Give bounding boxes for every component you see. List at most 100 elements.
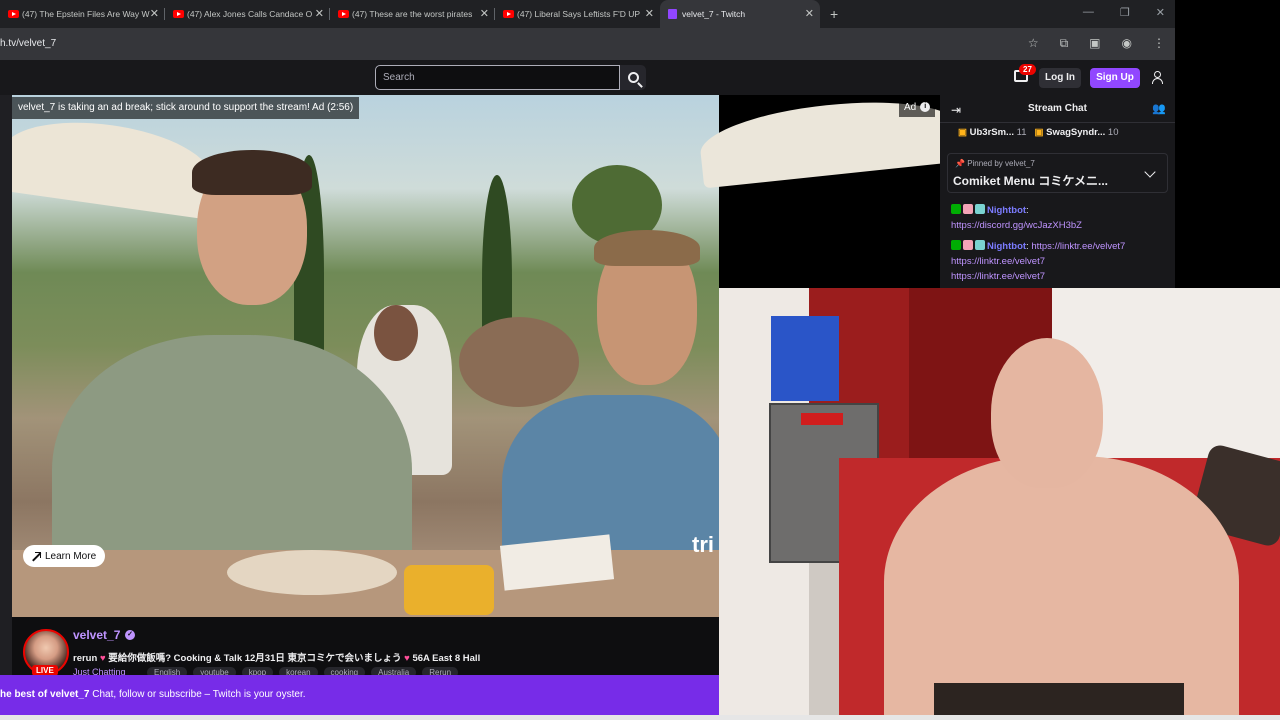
chat-title: Stream Chat bbox=[1028, 103, 1087, 114]
banner-bold-text: he best of velvet_7 bbox=[0, 689, 90, 700]
close-window-icon[interactable]: ✕ bbox=[1156, 6, 1165, 19]
youtube-icon bbox=[338, 10, 349, 18]
gifter-name: Ub3rSm... bbox=[969, 127, 1014, 138]
scene-person-head bbox=[991, 338, 1103, 488]
chat-separator: : bbox=[1026, 205, 1029, 216]
scene-person-hair bbox=[594, 230, 700, 266]
scene-box bbox=[771, 316, 839, 401]
address-bar: h.tv/velvet_7 ☆ ⧉ ▣ ◉ ⋮ bbox=[0, 28, 1175, 60]
verified-bot-badge-icon bbox=[975, 204, 985, 214]
gifter-entry[interactable]: ▣ SwagSyndr... 10 bbox=[1035, 127, 1119, 138]
verified-icon: ✓ bbox=[125, 630, 135, 640]
media-icon[interactable]: ▣ bbox=[1089, 36, 1100, 51]
ad-break-notice: velvet_7 is taking an ad break; stick ar… bbox=[12, 97, 360, 119]
scene-stone bbox=[459, 317, 579, 407]
youtube-icon bbox=[8, 10, 19, 18]
channel-info: LIVE velvet_7 ✓ rerun ♥ 要給你做飯嗎? Cooking … bbox=[12, 617, 719, 678]
chat-username[interactable]: Nightbot bbox=[987, 205, 1026, 216]
twitch-top-nav: Search 27 Log In Sign Up bbox=[0, 60, 1175, 95]
scene-person bbox=[884, 456, 1239, 715]
browser-tab[interactable]: (47) The Epstein Files Are Way W ✕ bbox=[0, 0, 165, 28]
pinned-by-label: Pinned by bbox=[967, 159, 1003, 168]
gifter-entry[interactable]: ▣ Ub3rSm... 11 bbox=[958, 127, 1027, 138]
tab-title: (47) Liberal Says Leftists F'D UP bbox=[517, 9, 641, 19]
stream-title: rerun ♥ 要給你做飯嗎? Cooking & Talk 12月31日 東京… bbox=[73, 650, 480, 664]
left-rail bbox=[0, 95, 12, 675]
bot-badge-icon bbox=[963, 240, 973, 250]
chat-separator: : bbox=[1026, 241, 1029, 252]
minimize-icon[interactable]: — bbox=[1083, 6, 1094, 19]
chat-link[interactable]: https://linktr.ee/velvet7 bbox=[951, 256, 1045, 267]
youtube-icon bbox=[173, 10, 184, 18]
maximize-icon[interactable]: ❐ bbox=[1120, 6, 1130, 19]
scene-plate bbox=[227, 550, 397, 595]
heart-icon: ♥ bbox=[404, 653, 410, 664]
video-player[interactable] bbox=[12, 95, 719, 617]
scene-shadow bbox=[934, 683, 1184, 715]
stream-title-main: 要給你做飯嗎? Cooking & Talk 12月31日 東京コミケで会いまし… bbox=[108, 653, 402, 664]
extensions-icon[interactable]: ⧉ bbox=[1060, 36, 1069, 51]
gifter-count: 11 bbox=[1016, 127, 1027, 138]
tab-title: velvet_7 - Twitch bbox=[682, 9, 746, 19]
close-tab-icon[interactable]: ✕ bbox=[150, 7, 159, 20]
window-controls: — ❐ ✕ bbox=[1083, 6, 1165, 19]
youtube-icon bbox=[503, 10, 514, 18]
community-icon[interactable]: 👥 bbox=[1152, 102, 1166, 115]
browser-tab[interactable]: (47) Alex Jones Calls Candace O ✕ bbox=[165, 0, 330, 28]
channel-name[interactable]: velvet_7 bbox=[73, 628, 120, 642]
scene-person-head bbox=[374, 305, 418, 361]
browser-tab-active[interactable]: velvet_7 - Twitch ✕ bbox=[660, 0, 820, 28]
search-icon bbox=[627, 72, 639, 83]
close-tab-icon[interactable]: ✕ bbox=[645, 7, 654, 20]
gift-leaderboard: ▣ Ub3rSm... 11 ▣ SwagSyndr... 10 bbox=[958, 127, 1118, 138]
browser-tab[interactable]: (47) These are the worst pirates ✕ bbox=[330, 0, 495, 28]
learn-more-button[interactable]: Learn More bbox=[23, 545, 106, 567]
ad-label: Ad bbox=[904, 101, 917, 113]
chevron-down-icon[interactable] bbox=[1144, 166, 1156, 178]
close-tab-icon[interactable]: ✕ bbox=[805, 7, 814, 20]
chat-link[interactable]: https://discord.gg/wcJazXH3bZ bbox=[951, 220, 1082, 231]
star-icon[interactable]: ☆ bbox=[1028, 36, 1039, 51]
chat-link[interactable]: https://linktr.ee/velvet7 bbox=[951, 271, 1045, 282]
chat-header: ⇥ Stream Chat 👥 bbox=[940, 95, 1175, 123]
learn-more-label: Learn More bbox=[45, 550, 97, 562]
close-tab-icon[interactable]: ✕ bbox=[315, 7, 324, 20]
ad-badge[interactable]: Ad i bbox=[899, 97, 936, 117]
pinned-by-user: velvet_7 bbox=[1005, 159, 1035, 168]
pinned-message[interactable]: 📌 Pinned by velvet_7 Comiket Menu コミケメニ.… bbox=[947, 153, 1168, 193]
moderator-badge-icon bbox=[951, 204, 961, 214]
heart-icon: ♥ bbox=[99, 653, 106, 664]
gifter-count: 10 bbox=[1107, 127, 1119, 138]
chat-username[interactable]: Nightbot bbox=[987, 241, 1026, 252]
scene-person-hair bbox=[192, 150, 312, 195]
menu-icon[interactable]: ⋮ bbox=[1153, 36, 1165, 51]
webcam-overlay bbox=[719, 288, 1280, 715]
search-button[interactable] bbox=[620, 65, 646, 90]
pinned-by: 📌 Pinned by velvet_7 bbox=[955, 159, 1035, 168]
signup-banner[interactable]: he best of velvet_7 Chat, follow or subs… bbox=[0, 675, 719, 715]
stream-title-prefix: rerun bbox=[73, 653, 98, 664]
chat-link[interactable]: https://linktr.ee/velvet7 bbox=[1031, 241, 1125, 252]
info-icon[interactable]: i bbox=[920, 102, 931, 112]
tab-title: (47) These are the worst pirates bbox=[352, 9, 473, 19]
login-button[interactable]: Log In bbox=[1039, 68, 1081, 88]
user-menu-icon[interactable] bbox=[1152, 71, 1163, 84]
scene-umbrella bbox=[12, 110, 217, 220]
url-field[interactable]: h.tv/velvet_7 bbox=[0, 38, 56, 49]
twitch-icon bbox=[668, 9, 677, 19]
search-input[interactable]: Search bbox=[375, 65, 620, 90]
scene-glass bbox=[404, 565, 494, 615]
stream-chat: ⇥ Stream Chat 👥 ▣ Ub3rSm... 11 ▣ SwagSyn… bbox=[940, 95, 1175, 290]
scene-sticker bbox=[801, 413, 843, 425]
browser-tab[interactable]: (47) Liberal Says Leftists F'D UP ✕ bbox=[495, 0, 660, 28]
external-link-icon bbox=[31, 551, 41, 561]
banner-text: Chat, follow or subscribe – Twitch is yo… bbox=[92, 689, 306, 700]
bottom-strip bbox=[0, 715, 1280, 720]
profile-icon[interactable]: ◉ bbox=[1122, 36, 1132, 51]
signup-button[interactable]: Sign Up bbox=[1090, 68, 1140, 88]
new-tab-button[interactable]: + bbox=[830, 6, 838, 22]
gift-icon: ▣ bbox=[958, 127, 967, 138]
pinned-text: Comiket Menu コミケメニ... bbox=[953, 174, 1108, 188]
stream-title-suffix: 56A East 8 Hall bbox=[412, 653, 481, 664]
close-tab-icon[interactable]: ✕ bbox=[480, 7, 489, 20]
